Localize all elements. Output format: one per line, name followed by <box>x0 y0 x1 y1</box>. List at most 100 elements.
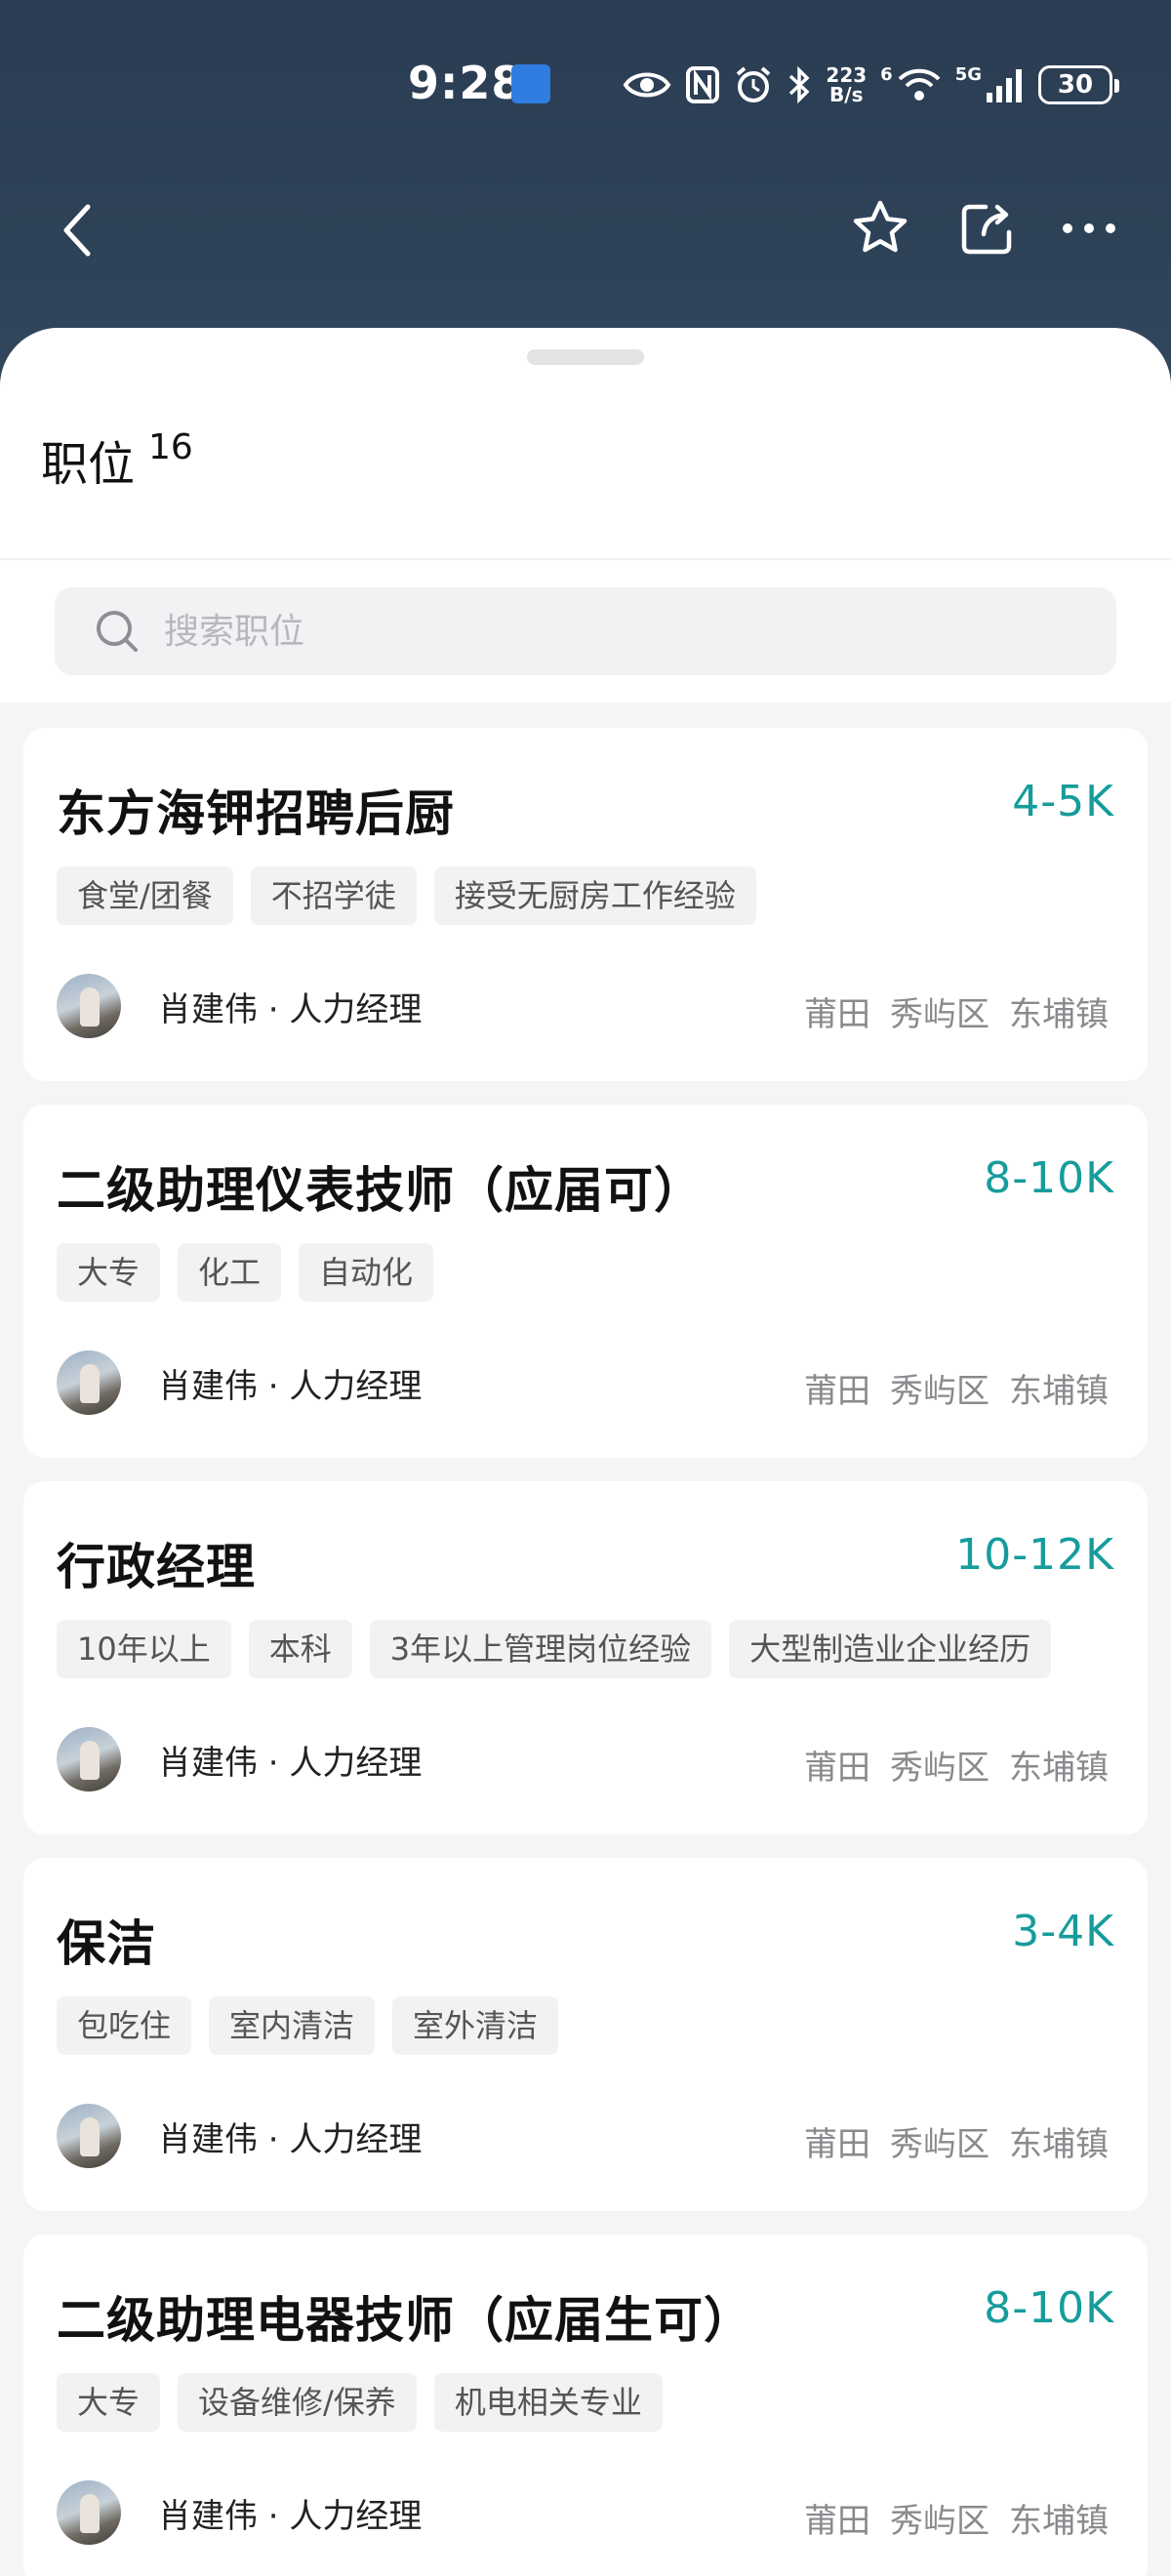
recruiter-name: 肖建伟 · 人力经理 <box>158 989 423 1029</box>
job-tag: 机电相关专业 <box>433 2373 663 2432</box>
job-card[interactable]: 二级助理电器技师（应届生可） 8-10K 大专 设备维修/保养 机电相关专业 肖建伟… <box>23 2234 1148 2576</box>
job-tags: 包吃住 室内清洁 室外清洁 <box>57 1996 559 2055</box>
salary: 4-5K <box>1012 777 1114 826</box>
drag-handle[interactable] <box>527 349 644 365</box>
location-part: 秀屿区 <box>890 2125 989 2164</box>
job-tags: 大专 设备维修/保养 机电相关专业 <box>57 2373 663 2432</box>
job-title: 二级助理仪表技师（应届可） <box>57 1162 704 1219</box>
job-location: 莆田 秀屿区 东埔镇 <box>804 2494 1109 2542</box>
location-part: 莆田 <box>804 995 870 1034</box>
salary: 3-4K <box>1012 1907 1114 1956</box>
job-tag: 不招学徒 <box>250 866 417 925</box>
alarm-icon <box>737 66 771 102</box>
divider <box>0 558 1171 560</box>
job-title: 行政经理 <box>57 1539 256 1595</box>
job-location: 莆田 秀屿区 东埔镇 <box>804 2117 1109 2165</box>
job-tag: 10年以上 <box>57 1620 231 1678</box>
wifi-icon <box>898 68 941 101</box>
job-card[interactable]: 东方海钾招聘后厨 4-5K 食堂/团餐 不招学徒 接受无厨房工作经验 肖建伟 · 人… <box>23 728 1148 1081</box>
positions-sheet: 职位 16 东方海钾招聘后厨 4-5K 食堂/团餐不招学徒接受无厨房工作经验 肖… <box>0 328 1171 2576</box>
job-tag: 设备维修/保养 <box>178 2373 417 2432</box>
job-location: 莆田 秀屿区 东埔镇 <box>804 987 1109 1035</box>
avatar <box>57 1727 121 1791</box>
top-toolbar <box>0 185 1171 273</box>
location-part: 秀屿区 <box>890 1749 989 1788</box>
avatar <box>57 2104 121 2168</box>
status-bar: 9:28 223 B/s 6 5G 30 <box>0 0 1171 172</box>
location-part: 莆田 <box>804 2502 870 2541</box>
job-tag: 本科 <box>248 1620 352 1678</box>
search-bar[interactable] <box>55 587 1116 675</box>
battery-indicator: 30 <box>1038 65 1119 104</box>
app-notification-icon <box>511 64 550 103</box>
location-part: 东埔镇 <box>1009 2125 1109 2164</box>
avatar <box>57 2480 121 2545</box>
sheet-header: 职位 16 <box>0 328 1171 703</box>
share-button[interactable] <box>956 197 1019 260</box>
recruiter: 肖建伟 · 人力经理 <box>57 1350 422 1415</box>
location-part: 秀屿区 <box>890 995 989 1034</box>
location-part: 东埔镇 <box>1009 2502 1109 2541</box>
location-part: 东埔镇 <box>1009 1372 1109 1411</box>
location-part: 秀屿区 <box>890 2502 989 2541</box>
recruiter: 肖建伟 · 人力经理 <box>57 2104 422 2168</box>
job-tag: 化工 <box>178 1243 282 1302</box>
position-count: 16 <box>148 427 193 467</box>
salary: 8-10K <box>984 2283 1114 2333</box>
network-speed: 223 B/s <box>826 63 868 106</box>
back-button[interactable] <box>55 199 103 262</box>
job-tag: 室内清洁 <box>209 1996 376 2055</box>
job-title: 二级助理电器技师（应届生可） <box>57 2292 753 2349</box>
avatar <box>57 1350 121 1415</box>
location-part: 莆田 <box>804 1749 870 1788</box>
recruiter: 肖建伟 · 人力经理 <box>57 1727 422 1791</box>
job-location: 莆田 秀屿区 东埔镇 <box>804 1364 1109 1412</box>
favorite-button[interactable] <box>849 197 911 260</box>
recruiter-name: 肖建伟 · 人力经理 <box>158 2119 423 2159</box>
more-button[interactable] <box>1058 197 1120 260</box>
avatar <box>57 974 121 1038</box>
bluetooth-icon <box>789 65 810 104</box>
location-part: 东埔镇 <box>1009 995 1109 1034</box>
job-tag: 大专 <box>57 2373 161 2432</box>
salary: 10-12K <box>955 1530 1114 1580</box>
job-tags: 食堂/团餐 不招学徒 接受无厨房工作经验 <box>57 866 756 925</box>
job-tag: 大专 <box>57 1243 161 1302</box>
wifi-label: 6 <box>880 64 893 85</box>
eye-icon <box>624 72 671 98</box>
job-tag: 接受无厨房工作经验 <box>433 866 756 925</box>
job-tag: 大型制造业企业经历 <box>729 1620 1052 1678</box>
job-location: 莆田 秀屿区 东埔镇 <box>804 1741 1109 1789</box>
search-input[interactable] <box>164 611 1042 652</box>
job-title: 保洁 <box>57 1915 156 1972</box>
job-list: 东方海钾招聘后厨 4-5K 食堂/团餐 不招学徒 接受无厨房工作经验 肖建伟 · 人… <box>23 728 1148 2576</box>
location-part: 东埔镇 <box>1009 1749 1109 1788</box>
title-text: 职位 <box>41 437 136 492</box>
job-card[interactable]: 保洁 3-4K 包吃住 室内清洁 室外清洁 肖建伟 · 人力经理 莆田 秀屿区 东埔镇 <box>23 1858 1148 2211</box>
nfc-icon <box>686 66 720 103</box>
signal-label: 5G <box>954 64 982 85</box>
location-part: 莆田 <box>804 2125 870 2164</box>
search-icon <box>97 611 138 652</box>
location-part: 莆田 <box>804 1372 870 1411</box>
location-part: 秀屿区 <box>890 1372 989 1411</box>
job-card[interactable]: 二级助理仪表技师（应届可） 8-10K 大专 化工 自动化 肖建伟 · 人力经理 莆… <box>23 1105 1148 1458</box>
page-title: 职位 16 <box>41 427 193 494</box>
job-tag: 食堂/团餐 <box>57 866 233 925</box>
job-tag: 室外清洁 <box>392 1996 559 2055</box>
status-icons: 223 B/s 6 5G 30 <box>623 60 1119 109</box>
job-title: 东方海钾招聘后厨 <box>57 785 455 842</box>
recruiter-name: 肖建伟 · 人力经理 <box>158 1366 423 1406</box>
status-time: 9:28 <box>408 57 524 109</box>
recruiter: 肖建伟 · 人力经理 <box>57 2480 422 2545</box>
job-tags: 大专 化工 自动化 <box>57 1243 434 1302</box>
job-tag: 3年以上管理岗位经验 <box>369 1620 712 1678</box>
recruiter-name: 肖建伟 · 人力经理 <box>158 2496 423 2536</box>
cellular-signal-icon <box>987 69 1022 102</box>
job-tag: 包吃住 <box>57 1996 192 2055</box>
recruiter: 肖建伟 · 人力经理 <box>57 974 422 1038</box>
job-tag: 自动化 <box>299 1243 434 1302</box>
salary: 8-10K <box>984 1153 1114 1203</box>
job-card[interactable]: 行政经理 10-12K 10年以上 本科 3年以上管理岗位经验 大型制造业企业经历 肖… <box>23 1481 1148 1834</box>
job-tags: 10年以上 本科 3年以上管理岗位经验 大型制造业企业经历 <box>57 1620 1052 1678</box>
